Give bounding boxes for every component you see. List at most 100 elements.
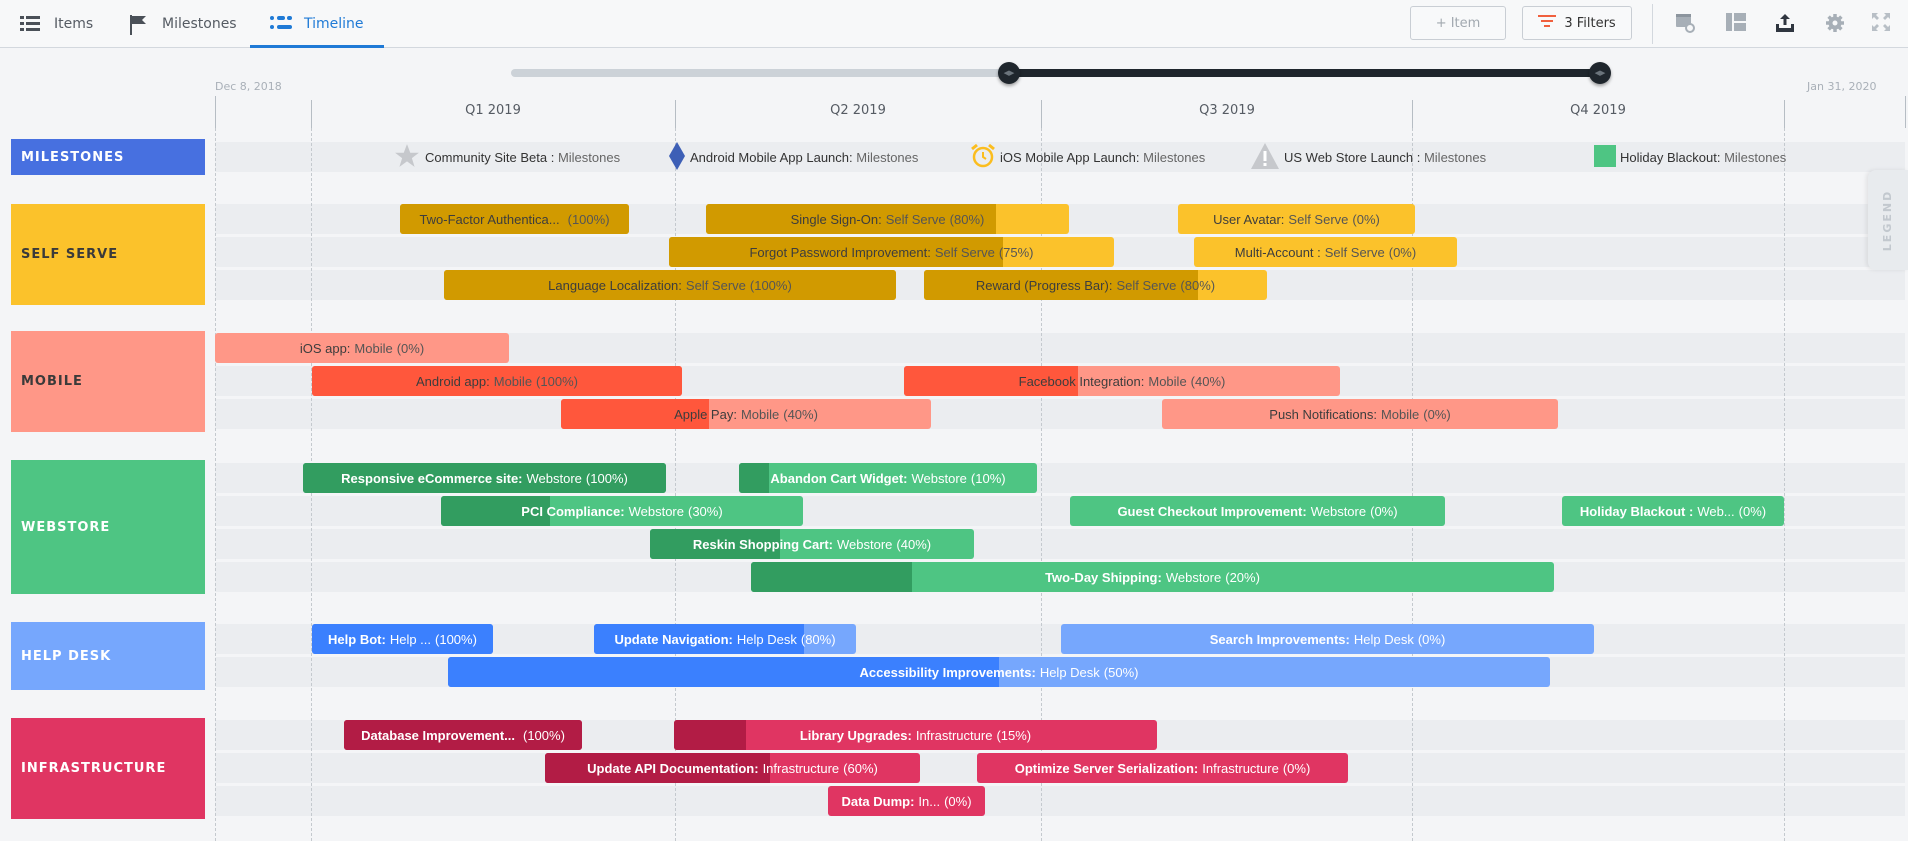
bar-item-name: Search Improvements:	[1209, 631, 1350, 647]
timeline-bar[interactable]: Abandon Cart Widget: Webstore (10%)	[739, 463, 1037, 493]
timeline-bar[interactable]: Help Bot: Help ... (100%)	[312, 624, 493, 654]
tab-milestones[interactable]: Milestones	[128, 0, 237, 48]
timeline-bar[interactable]: Two-Day Shipping: Webstore (20%)	[751, 562, 1554, 592]
timeline-bar[interactable]: Language Localization: Self Serve (100%)	[444, 270, 896, 300]
timeline-bar[interactable]: Guest Checkout Improvement: Webstore (0%)	[1070, 496, 1445, 526]
timeline-bar[interactable]: Reskin Shopping Cart: Webstore (40%)	[650, 529, 974, 559]
bar-item-name: Push Notifications:	[1269, 406, 1377, 422]
bar-group-name: Self Serve	[934, 244, 995, 260]
legend-label: LEGEND	[1881, 189, 1895, 251]
export-icon[interactable]	[1775, 13, 1797, 33]
bar-item-name: Holiday Blackout :	[1579, 503, 1694, 519]
add-item-button[interactable]: + Item	[1410, 6, 1506, 40]
bar-label: Update API Documentation: Infrastructure(…	[545, 753, 920, 783]
bar-group-name: Webstore	[628, 503, 684, 519]
group-label-infrastructure: INFRASTRUCTURE	[11, 718, 205, 819]
bar-item-name: Single Sign-On:	[790, 211, 882, 227]
timeline-bar[interactable]: Facebook Integration: Mobile (40%)	[904, 366, 1340, 396]
bar-progress-text: (75%)	[998, 244, 1034, 260]
bar-label: Library Upgrades: Infrastructure (15%)	[674, 720, 1157, 750]
settings-icon[interactable]	[1825, 13, 1847, 33]
bar-progress-text: (80%)	[949, 211, 985, 227]
tab-timeline[interactable]: Timeline	[250, 0, 384, 48]
bar-progress-text: (0%)	[1370, 503, 1398, 519]
tab-items[interactable]: Items	[20, 0, 93, 48]
bar-label: Reskin Shopping Cart: Webstore (40%)	[650, 529, 974, 559]
milestone-community-site-beta[interactable]: Community Site Beta : Milestones	[393, 142, 620, 172]
bar-label: Forgot Password Improvement: Self Serve (7…	[669, 237, 1114, 267]
bar-progress-text: (0%)	[1417, 631, 1446, 647]
timeline-bar[interactable]: Multi-Account : Self Serve (0%)	[1194, 237, 1457, 267]
drag-arrows-icon: ◀▶	[1594, 69, 1606, 77]
bar-group-name: Webstore	[1310, 503, 1367, 519]
timeline-bar[interactable]: Reward (Progress Bar): Self Serve (80%)	[924, 270, 1267, 300]
bar-progress-text: (0%)	[396, 340, 425, 356]
quarter-tick	[1041, 100, 1042, 128]
fullscreen-icon[interactable]	[1872, 13, 1894, 33]
bar-group-name: Help ...	[389, 631, 432, 647]
bar-item-name: Reskin Shopping Cart:	[692, 536, 834, 552]
timeline-bar[interactable]: Single Sign-On: Self Serve (80%)	[706, 204, 1069, 234]
timeline-bar[interactable]: Holiday Blackout : Web... (0%)	[1562, 496, 1784, 526]
timeline-bar[interactable]: Update Navigation: Help Desk (80%)	[594, 624, 856, 654]
bar-label: Two-Factor Authentica... (100%)	[400, 204, 629, 234]
bar-label: Abandon Cart Widget: Webstore (10%)	[739, 463, 1037, 493]
milestone-ios-app-launch[interactable]: iOS Mobile App Launch: Milestones	[970, 142, 1205, 172]
list-icon	[20, 15, 42, 33]
timeline-bar[interactable]: Accessibility Improvements: Help Desk (50%…	[448, 657, 1550, 687]
bar-group-name: Mobile	[1380, 406, 1420, 422]
timeline-start-date: Dec 8, 2018	[215, 80, 282, 93]
bar-progress-text: (0%)	[1738, 503, 1767, 519]
layout-icon[interactable]	[1726, 13, 1748, 33]
timeline-bar[interactable]: Responsive eCommerce site: Webstore (100%)	[303, 463, 666, 493]
axis-start-line	[215, 96, 216, 128]
timeline-bar[interactable]: Two-Factor Authentica... (100%)	[400, 204, 629, 234]
bar-group-name: Mobile	[1148, 373, 1187, 389]
bar-item-name: Responsive eCommerce site:	[341, 470, 523, 486]
bar-item-name: iOS app:	[299, 340, 351, 356]
timeline-bar[interactable]: Android app: Mobile (100%)	[312, 366, 682, 396]
range-end-handle[interactable]: ◀▶	[1589, 62, 1611, 84]
bar-group-name: Infrastructure	[1202, 760, 1279, 776]
diamond-icon	[668, 141, 686, 173]
group-label-milestones: MILESTONES	[11, 139, 205, 175]
timeline-bar[interactable]: Database Improvement... (100%)	[344, 720, 582, 750]
legend-toggle[interactable]: LEGEND	[1868, 170, 1908, 270]
bar-item-name: Facebook Integration:	[1018, 373, 1145, 389]
bar-label: Responsive eCommerce site: Webstore (100%)	[303, 463, 666, 493]
bar-group-name: Self Serve	[1116, 277, 1177, 293]
bar-progress-text: (100%)	[536, 373, 578, 389]
timeline-bar[interactable]: Push Notifications: Mobile (0%)	[1162, 399, 1558, 429]
warning-icon	[1250, 142, 1280, 173]
timeline-bar[interactable]: Optimize Server Serialization: Infrastruc…	[977, 753, 1348, 783]
swimlane-row	[215, 529, 1905, 559]
range-start-handle[interactable]: ◀▶	[998, 62, 1020, 84]
grid-line	[1784, 128, 1785, 841]
milestone-android-app-launch[interactable]: Android Mobile App Launch: Milestones	[668, 141, 918, 173]
milestone-holiday-blackout[interactable]: Holiday Blackout: Milestones	[1594, 142, 1786, 172]
date-range-slider-selection[interactable]	[1009, 69, 1600, 77]
bar-progress-text: (0%)	[1423, 406, 1451, 422]
timeline-bar[interactable]: User Avatar: Self Serve (0%)	[1178, 204, 1415, 234]
bar-item-name: Abandon Cart Widget:	[770, 470, 908, 486]
group-label-self-serve: SELF SERVE	[11, 204, 205, 305]
timeline-bar[interactable]: Search Improvements: Help Desk (0%)	[1061, 624, 1594, 654]
alarm-clock-icon	[970, 143, 996, 172]
filter-icon	[1538, 15, 1557, 31]
timeline-bar[interactable]: Library Upgrades: Infrastructure (15%)	[674, 720, 1157, 750]
timeline-bar[interactable]: Update API Documentation: Infrastructure(…	[545, 753, 920, 783]
timeline-bar[interactable]: PCI Compliance: Webstore (30%)	[441, 496, 803, 526]
timeline-bar[interactable]: Data Dump: In... (0%)	[828, 786, 985, 816]
timeline-bar[interactable]: Apple Pay: Mobile (40%)	[561, 399, 931, 429]
bar-progress-text: (0%)	[944, 793, 972, 809]
filters-button[interactable]: 3 Filters	[1522, 6, 1632, 40]
bar-group-name: Webstore	[911, 470, 967, 486]
bar-label: Accessibility Improvements: Help Desk (50%…	[448, 657, 1550, 687]
milestone-us-web-store-launch[interactable]: US Web Store Launch : Milestones	[1250, 142, 1486, 172]
share-link-icon[interactable]	[1676, 13, 1698, 33]
group-label-webstore: WEBSTORE	[11, 460, 205, 594]
timeline-bar[interactable]: iOS app: Mobile (0%)	[215, 333, 509, 363]
quarter-label: Q3 2019	[1199, 103, 1255, 118]
timeline-bar[interactable]: Forgot Password Improvement: Self Serve (7…	[669, 237, 1114, 267]
bar-progress-text: (30%)	[688, 503, 723, 519]
